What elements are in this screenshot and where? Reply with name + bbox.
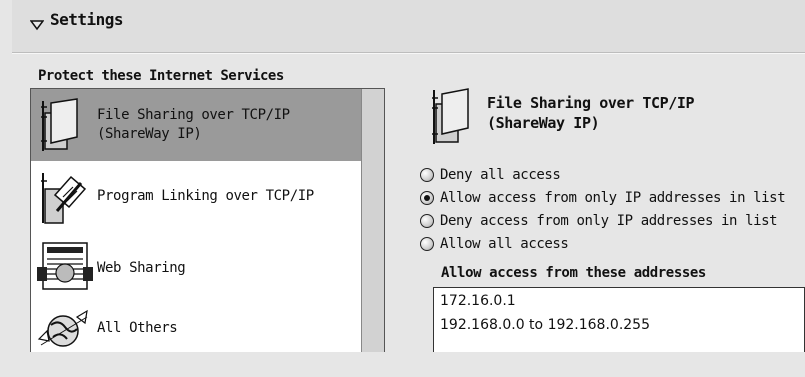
address-row[interactable]: 172.16.0.1 [440,292,516,310]
service-item-all-others[interactable]: All Others [31,305,362,377]
service-item-web-sharing[interactable]: Web Sharing [31,233,362,305]
radio-button[interactable] [420,237,434,251]
disclosure-triangle-icon[interactable] [30,19,44,31]
radio-button[interactable] [420,214,434,228]
settings-title: Settings [50,10,124,29]
service-label: All Others [97,320,178,336]
file-sharing-icon [41,98,78,151]
settings-header[interactable]: Settings [12,0,805,53]
web-sharing-icon [37,242,93,290]
globe-icon [37,309,88,347]
radio-deny-list[interactable]: Deny access from only IP addresses in li… [418,210,785,233]
access-radio-group: Deny all access Allow access from only I… [418,164,786,256]
detail-title: File Sharing over TCP/IP (ShareWay IP) [487,94,695,132]
service-label: Program Linking over TCP/IP [97,188,314,204]
address-list-label: Allow access from these addresses [441,265,706,281]
service-list[interactable]: File Sharing over TCP/IP (ShareWay IP) P… [30,88,385,352]
radio-button[interactable] [420,168,434,182]
radio-allow-all[interactable]: Allow all access [418,233,785,256]
service-item-file-sharing[interactable]: File Sharing over TCP/IP (ShareWay IP) [31,89,362,161]
radio-deny-all[interactable]: Deny all access [418,164,785,187]
file-sharing-icon [432,88,469,144]
address-row[interactable]: 192.168.0.0 to 192.168.0.255 [440,316,650,334]
services-section-label: Protect these Internet Services [38,68,284,84]
header-divider [12,53,805,54]
radio-button-checked[interactable] [420,191,434,205]
address-list[interactable]: 172.16.0.1 192.168.0.0 to 192.168.0.255 [433,287,805,352]
service-label: Web Sharing [97,260,186,276]
service-item-program-linking[interactable]: Program Linking over TCP/IP [31,161,362,233]
service-label: File Sharing over TCP/IP (ShareWay IP) [97,107,290,142]
list-scrollbar[interactable] [361,89,384,352]
radio-allow-list[interactable]: Allow access from only IP addresses in l… [418,187,786,210]
program-linking-icon [41,173,87,224]
